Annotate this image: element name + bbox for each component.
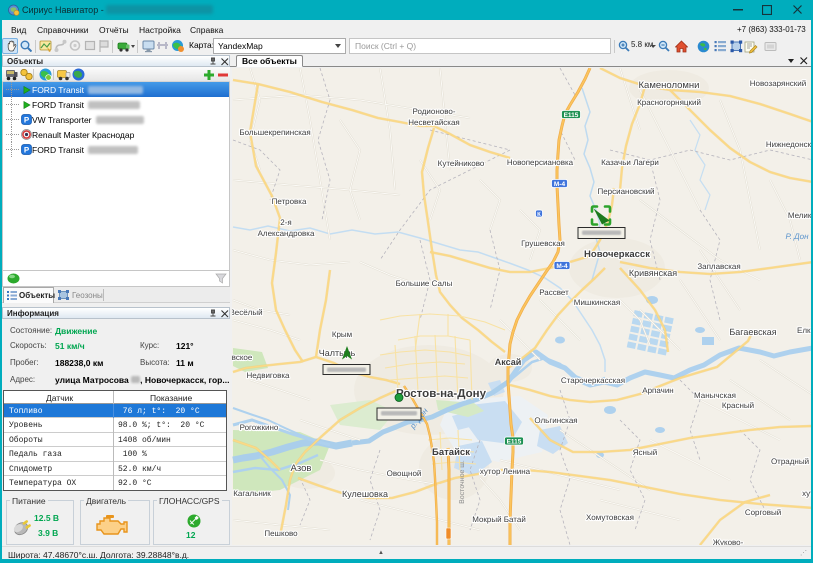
svg-text:Овощной: Овощной — [387, 469, 422, 478]
svg-text:Кутейниково: Кутейниково — [438, 159, 485, 168]
svg-text:К: К — [537, 211, 541, 218]
svg-text:Азов: Азов — [291, 463, 312, 474]
svg-text:М-4: М-4 — [554, 181, 566, 188]
svg-text:Казачьи Лагери: Казачьи Лагери — [601, 158, 659, 167]
svg-text:Батайск: Батайск — [432, 447, 470, 458]
svg-text:Сорговый: Сорговый — [745, 508, 781, 517]
svg-text:хут: хут — [802, 489, 811, 498]
svg-text:Несветайская: Несветайская — [408, 118, 460, 127]
svg-text:М-4: М-4 — [556, 263, 568, 270]
svg-text:Аксай: Аксай — [495, 357, 522, 367]
svg-text:Рогожкино: Рогожкино — [240, 423, 279, 432]
svg-text:Р. Дон: Р. Дон — [785, 232, 809, 241]
svg-text:Новочеркасск: Новочеркасск — [584, 249, 650, 260]
svg-text:Родионово-: Родионово- — [413, 107, 456, 116]
svg-text:Хомутовская: Хомутовская — [586, 513, 634, 522]
svg-text:Старочеркасская: Старочеркасская — [561, 376, 625, 385]
svg-text:Петровка: Петровка — [272, 197, 307, 206]
svg-text:Ясный: Ясный — [633, 448, 657, 457]
svg-text:P: P — [24, 115, 30, 124]
svg-text:2-я: 2-я — [280, 218, 291, 227]
svg-text:Багаевская: Багаевская — [729, 327, 776, 337]
svg-text:Александровка: Александровка — [258, 229, 315, 238]
svg-text:Недвиговка: Недвиговка — [246, 371, 290, 380]
svg-text:Кривянская: Кривянская — [629, 268, 677, 278]
svg-text:Пешково: Пешково — [264, 529, 298, 538]
svg-text:Мишкинская: Мишкинская — [574, 298, 620, 307]
svg-text:Арпачин: Арпачин — [642, 386, 673, 395]
svg-text:Персиановский: Персиановский — [597, 187, 654, 196]
svg-text:Меликов: Меликов — [788, 211, 811, 220]
svg-text:Ростов-на-Дону: Ростов-на-Дону — [396, 388, 487, 400]
svg-text:Заплавская: Заплавская — [697, 262, 740, 271]
svg-text:Восточное ш.: Восточное ш. — [459, 460, 466, 504]
svg-text:Мокрый Батай: Мокрый Батай — [472, 515, 526, 524]
svg-text:Крым: Крым — [332, 330, 352, 339]
svg-text:Красногорняцкий: Красногорняцкий — [637, 98, 701, 107]
svg-text:P: P — [24, 145, 30, 154]
svg-text:Манычская: Манычская — [694, 391, 736, 400]
svg-text:Новоперсиановка: Новоперсиановка — [507, 158, 574, 167]
svg-text:Кулешовка: Кулешовка — [342, 489, 388, 499]
svg-text:Красный: Красный — [722, 401, 754, 410]
svg-text:Нижнедонской: Нижнедонской — [766, 140, 811, 149]
svg-text:Жуково-: Жуково- — [713, 538, 744, 545]
svg-text:Новозарянский: Новозарянский — [750, 79, 806, 88]
svg-text:Ольгинская: Ольгинская — [534, 416, 577, 425]
svg-text:Рассвет: Рассвет — [539, 288, 569, 297]
svg-text:вское: вское — [232, 353, 253, 362]
svg-text:Большекрепинская: Большекрепинская — [239, 128, 310, 137]
svg-text:Кагальник: Кагальник — [233, 489, 271, 498]
svg-text:Елки: Елки — [797, 326, 811, 335]
svg-text:Весёлый: Весёлый — [232, 308, 263, 317]
svg-text:хутор Ленина: хутор Ленина — [480, 467, 531, 476]
svg-text:E115: E115 — [507, 438, 522, 445]
svg-text:Отрадный: Отрадный — [771, 457, 809, 466]
svg-text:Большие Салы: Большие Салы — [396, 279, 453, 288]
svg-text:E115: E115 — [564, 112, 579, 119]
svg-text:Грушевская: Грушевская — [521, 239, 565, 248]
svg-text:Каменоломни: Каменоломни — [639, 80, 700, 91]
